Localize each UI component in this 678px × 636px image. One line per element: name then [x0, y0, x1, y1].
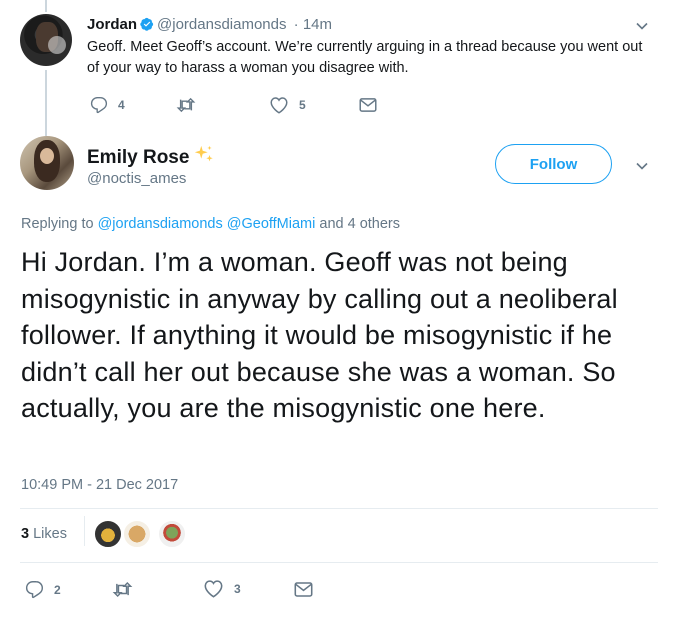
reply-icon — [25, 580, 44, 599]
sparkle-icon — [193, 144, 215, 166]
divider — [84, 516, 85, 546]
verified-icon — [140, 17, 154, 31]
author-handle[interactable]: @jordansdiamonds — [157, 16, 286, 33]
follow-button[interactable]: Follow — [495, 144, 612, 184]
reply-button[interactable]: 2 — [25, 580, 61, 599]
likes-count[interactable]: 3 Likes — [21, 526, 67, 542]
likes-number: 3 — [21, 526, 30, 542]
mention-link[interactable]: @jordansdiamonds — [98, 216, 223, 232]
replying-prefix: Replying to — [21, 216, 94, 232]
author-name-text[interactable]: Emily Rose — [87, 147, 189, 168]
divider — [20, 508, 658, 509]
envelope-icon — [294, 581, 313, 598]
tweet-text: Hi Jordan. I’m a woman. Geoff was not be… — [21, 247, 618, 423]
retweet-button[interactable] — [176, 96, 206, 114]
tweet-timestamp[interactable]: 10:49 PM - 21 Dec 2017 — [21, 477, 178, 493]
like-count: 5 — [299, 98, 306, 112]
reply-icon — [90, 96, 108, 114]
author-name[interactable]: Jordan — [87, 16, 137, 33]
retweet-icon — [112, 580, 133, 599]
avatar[interactable] — [123, 520, 151, 548]
caret-down-icon[interactable] — [634, 158, 650, 174]
envelope-icon — [359, 97, 377, 113]
message-button[interactable] — [359, 97, 377, 113]
like-count: 3 — [234, 581, 241, 596]
heart-icon — [203, 579, 224, 598]
parent-tweet[interactable]: Jordan @jordansdiamonds · 14m Geoff. Meet… — [0, 0, 678, 124]
retweet-button[interactable] — [112, 580, 143, 599]
author-handle[interactable]: @noctis_ames — [87, 170, 186, 187]
reply-count: 4 — [118, 98, 125, 112]
avatar[interactable] — [20, 136, 74, 190]
tweet-header: Jordan @jordansdiamonds · 14m — [87, 16, 332, 34]
heart-icon — [269, 96, 289, 114]
reply-count: 2 — [54, 582, 61, 597]
avatar[interactable] — [158, 520, 186, 548]
avatar[interactable] — [20, 14, 72, 66]
message-button[interactable] — [294, 581, 313, 598]
like-button[interactable]: 3 — [203, 579, 241, 598]
reply-button[interactable]: 4 — [90, 96, 125, 114]
author-name[interactable]: Emily Rose — [87, 144, 215, 169]
replying-to: Replying to @jordansdiamonds @GeoffMiami… — [21, 216, 400, 232]
tweet-text: Geoff. Meet Geoff’s account. We’re curre… — [87, 39, 643, 76]
avatar[interactable] — [94, 520, 122, 548]
likes-label: Likes — [33, 526, 67, 542]
retweet-icon — [176, 96, 196, 114]
tweet-time[interactable]: · 14m — [294, 16, 332, 33]
divider — [20, 562, 658, 563]
like-button[interactable]: 5 — [269, 96, 306, 114]
replying-others[interactable]: and 4 others — [319, 216, 400, 232]
caret-down-icon[interactable] — [634, 18, 650, 34]
mention-link[interactable]: @GeoffMiami — [227, 216, 316, 232]
